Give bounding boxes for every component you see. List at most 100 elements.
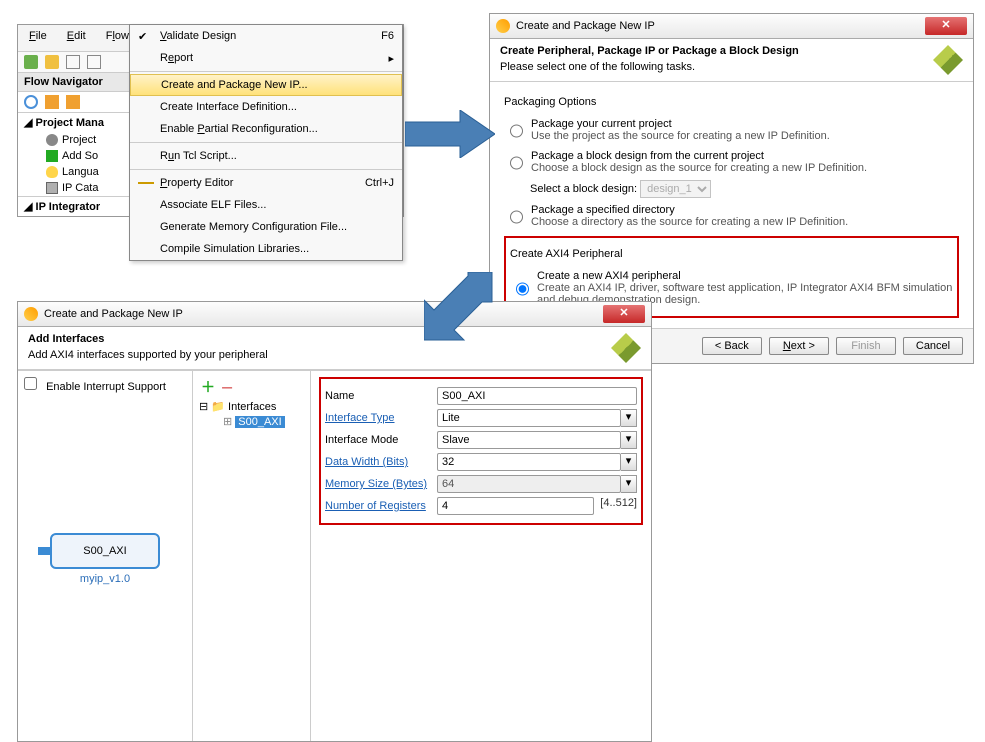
expand-icon[interactable] [45,95,59,109]
check-icon: ✔ [138,30,154,43]
select-block-row: Select a block design: design_1 [530,178,959,200]
tree-interface-s00[interactable]: ⊞ S00_AXI [199,414,304,429]
pencil-icon [138,182,154,184]
run-icon[interactable] [24,55,38,69]
ip-block-caption: myip_v1.0 [50,573,160,585]
remove-interface-button[interactable]: ─ [222,379,232,395]
open-icon[interactable] [45,55,59,69]
axi-port-icon [38,547,52,555]
packaging-options-label: Packaging Options [504,96,959,108]
bulb-icon [46,166,58,178]
wizard-header: Create Peripheral, Package IP or Package… [490,39,973,82]
row-memory-size: Memory Size (Bytes) ▾ [325,475,637,493]
chevron-down-icon[interactable]: ▾ [621,453,637,471]
xilinx-logo-icon [611,333,641,363]
memory-size-select [437,475,621,493]
finish-button: Finish [836,337,896,355]
name-input[interactable] [437,387,637,405]
xilinx-logo-icon [933,45,963,75]
row-data-width: Data Width (Bits) ▾ [325,453,637,471]
data-width-link[interactable]: Data Width (Bits) [325,456,437,468]
wizard-subheading: Please select one of the following tasks… [500,61,933,73]
menu-create-package-ip[interactable]: Create and Package New IP... [130,74,402,96]
opt-package-dir[interactable]: Package a specified directoryChoose a di… [504,200,959,232]
back-button[interactable]: < Back [702,337,762,355]
wizard-header: Add Interfaces Add AXI4 interfaces suppo… [18,327,651,370]
tools-dropdown: ✔Validate DesignF6 Report▸ Create and Pa… [129,24,403,261]
ip-block-diagram: S00_AXI myip_v1.0 [50,533,160,585]
chevron-down-icon: ▾ [621,475,637,493]
enable-interrupt-checkbox[interactable] [24,377,37,390]
wizard-heading: Create Peripheral, Package IP or Package… [500,45,933,57]
axi-group-label: Create AXI4 Peripheral [510,248,953,260]
cancel-button[interactable]: Cancel [903,337,963,355]
num-registers-link[interactable]: Number of Registers [325,500,437,512]
menu-associate-elf[interactable]: Associate ELF Files... [130,194,402,216]
plus-icon [46,150,58,162]
menu-validate-design[interactable]: ✔Validate DesignF6 [130,25,402,47]
window-title: Create and Package New IP [516,20,655,32]
menu-create-interface-def[interactable]: Create Interface Definition... [130,96,402,118]
radio-package-dir[interactable] [510,206,523,228]
chevron-down-icon[interactable]: ▾ [621,431,637,449]
menu-property-editor[interactable]: Property EditorCtrl+J [130,172,402,194]
radio-package-block[interactable] [510,152,523,174]
block-design-select: design_1 [640,180,711,198]
opt-package-block[interactable]: Package a block design from the current … [504,146,959,178]
titlebar: Create and Package New IP ✕ [490,14,973,39]
interfaces-tree: ⊟ 📁 Interfaces ⊞ S00_AXI [197,395,306,433]
row-num-registers: Number of Registers [4..512] [325,497,637,515]
properties-panel: Name Interface Type ▾ Interface Mode ▾ D… [311,371,651,741]
collapse-icon[interactable] [66,95,80,109]
menu-run-tcl[interactable]: Run Tcl Script... [130,145,402,167]
menu-report[interactable]: Report▸ [130,47,402,69]
radio-package-current[interactable] [510,120,523,142]
interfaces-toolbar: ＋ ─ [197,375,306,395]
menu-file[interactable]: File [24,28,52,48]
redo-icon[interactable] [87,55,101,69]
interface-type-link[interactable]: Interface Type [325,412,437,424]
wizard-add-interfaces: Create and Package New IP ✕ Add Interfac… [17,301,652,742]
app-icon [496,19,510,33]
menu-edit[interactable]: Edit [62,28,91,48]
separator [130,71,402,72]
undo-icon[interactable] [66,55,80,69]
next-button[interactable]: Next > [769,337,829,355]
row-interface-type: Interface Type ▾ [325,409,637,427]
interfaces-panel: ＋ ─ ⊟ 📁 Interfaces ⊞ S00_AXI [193,371,311,741]
separator [130,142,402,143]
chip-icon [46,182,58,194]
menu-partial-reconfig[interactable]: Enable Partial Reconfiguration... [130,118,402,140]
properties-highlight: Name Interface Type ▾ Interface Mode ▾ D… [319,377,643,525]
tree-root[interactable]: ⊟ 📁 Interfaces [199,399,304,414]
titlebar: Create and Package New IP ✕ [18,302,651,327]
interface-mode-select[interactable] [437,431,621,449]
row-interface-mode: Interface Mode ▾ [325,431,637,449]
app-icon [24,307,38,321]
wizard-body: Packaging Options Package your current p… [490,82,973,328]
gear-icon [46,134,58,146]
ip-block[interactable]: S00_AXI [50,533,160,569]
search-icon[interactable] [24,95,38,109]
arrow-right-icon [405,110,495,158]
row-name: Name [325,387,637,405]
window-title: Create and Package New IP [44,308,183,320]
add-interface-button[interactable]: ＋ [201,379,215,395]
close-button[interactable]: ✕ [925,17,967,35]
left-panel: Enable Interrupt Support S00_AXI myip_v1… [18,371,193,741]
wizard-heading: Add Interfaces [28,333,611,345]
close-button[interactable]: ✕ [603,305,645,323]
num-registers-input[interactable] [437,497,594,515]
chevron-down-icon[interactable]: ▾ [621,409,637,427]
memory-size-link[interactable]: Memory Size (Bytes) [325,478,437,490]
separator [130,169,402,170]
opt-package-current[interactable]: Package your current projectUse the proj… [504,114,959,146]
wizard-body: Enable Interrupt Support S00_AXI myip_v1… [18,370,651,741]
interface-type-select[interactable] [437,409,621,427]
menu-gen-memcfg[interactable]: Generate Memory Configuration File... [130,216,402,238]
menu-compile-simlib[interactable]: Compile Simulation Libraries... [130,238,402,260]
enable-interrupt-row[interactable]: Enable Interrupt Support [24,377,186,393]
arrow-down-left-icon [424,272,494,342]
wizard-subheading: Add AXI4 interfaces supported by your pe… [28,349,611,361]
data-width-select[interactable] [437,453,621,471]
